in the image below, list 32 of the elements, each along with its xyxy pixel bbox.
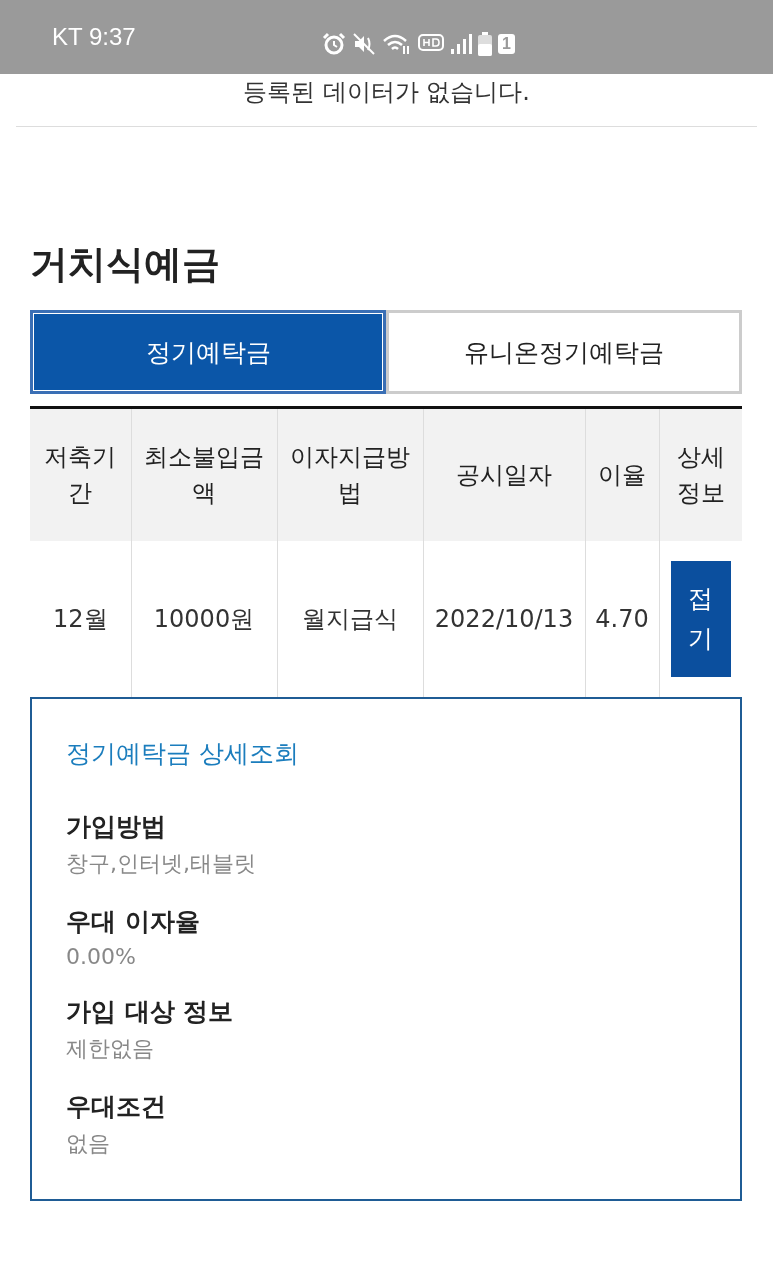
field-label: 우대조건 (66, 1091, 167, 1123)
status-time: KT 9:37 (52, 23, 136, 51)
field-value: 없음 (66, 1130, 111, 1158)
field-value: 창구,인터넷,태블릿 (66, 850, 257, 878)
mute-icon (352, 32, 376, 56)
sim-badge: 1 (498, 34, 515, 54)
field-label: 우대 이자율 (66, 906, 201, 938)
column-header: 공시일자 (423, 407, 585, 541)
collapse-button[interactable]: 접기 (670, 561, 731, 677)
table-cell: 10000원 (131, 541, 277, 697)
alarm-icon (322, 32, 346, 56)
column-header: 상세정보 (659, 407, 742, 541)
column-header: 최소불입금액 (131, 407, 277, 541)
signal-icon (450, 33, 472, 55)
field-value: 0.00% (66, 944, 137, 969)
table-cell: 12월 (30, 541, 131, 697)
tab[interactable]: 정기예탁금 (30, 310, 386, 394)
tab[interactable]: 유니온정기예탁금 (386, 310, 742, 394)
column-header: 이율 (585, 407, 659, 541)
column-header: 이자지급방법 (277, 407, 423, 541)
field-label: 가입 대상 정보 (66, 996, 235, 1028)
battery-icon (478, 32, 492, 56)
table-cell: 2022/10/13 (423, 541, 585, 697)
table-cell: 월지급식 (277, 541, 423, 697)
detail-title: 정기예탁금 상세조회 (66, 738, 300, 770)
field-value: 제한없음 (66, 1035, 155, 1063)
table-cell: 4.70 (585, 541, 659, 697)
section-title: 거치식예금 (30, 241, 221, 288)
column-header: 저축기간 (30, 407, 131, 541)
wifi-icon (382, 32, 412, 56)
field-label: 가입방법 (66, 811, 167, 843)
empty-notice: 등록된 데이터가 없습니다. (242, 77, 531, 108)
